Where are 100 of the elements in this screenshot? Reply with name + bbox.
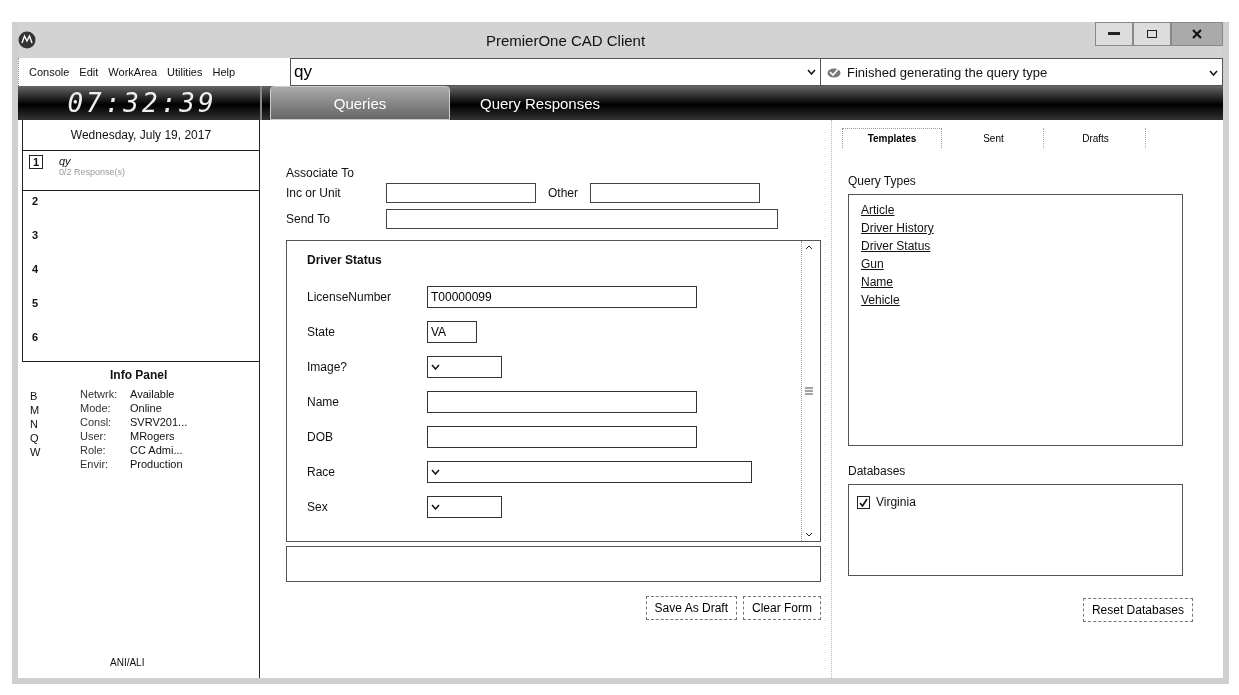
main-tab[interactable]: Queries xyxy=(270,86,450,120)
checkbox[interactable] xyxy=(857,495,870,509)
input-field[interactable] xyxy=(386,183,536,203)
info-value: MRogers xyxy=(130,430,175,444)
status-message: Finished generating the query type xyxy=(847,64,1049,80)
slot-number: 2 xyxy=(30,195,40,207)
field-label: State xyxy=(307,324,337,339)
caret-icon xyxy=(1209,70,1218,76)
minimize-button[interactable] xyxy=(1095,22,1133,46)
input-field[interactable] xyxy=(386,209,778,229)
info-value: Online xyxy=(130,402,162,416)
command-field[interactable]: qy xyxy=(290,58,803,86)
menu-item[interactable]: Console xyxy=(29,66,70,78)
field-label: Send To xyxy=(286,212,331,226)
slot-subtitle: 0/2 Response(s) xyxy=(59,167,126,177)
work-area-slot[interactable]: 4 xyxy=(22,259,259,293)
work-area-slot[interactable]: 5 xyxy=(22,293,259,327)
menu-item[interactable]: Utilities xyxy=(167,66,203,78)
panel-tab[interactable]: Drafts xyxy=(1046,128,1146,148)
shortcut-key: M xyxy=(30,404,80,418)
window-title: PremierOne CAD Client xyxy=(484,31,647,49)
query-type-link[interactable]: Article xyxy=(861,203,895,217)
field-label: Race xyxy=(307,464,336,479)
query-type-link[interactable]: Vehicle xyxy=(861,293,900,307)
info-value: SVRV201... xyxy=(130,416,188,430)
slot-number: 5 xyxy=(30,297,40,309)
query-type-link[interactable]: Name xyxy=(861,275,893,289)
field-label: Other xyxy=(548,186,578,200)
info-label: Netwrk: xyxy=(80,388,119,402)
message-box[interactable] xyxy=(286,546,821,582)
logo-icon xyxy=(18,31,36,49)
status-dropdown[interactable]: Finished generating the query type xyxy=(820,58,1223,86)
caret-icon xyxy=(431,503,440,510)
query-type-link[interactable]: Gun xyxy=(861,257,884,271)
panel-title: Info Panel xyxy=(109,368,169,382)
work-area-slot[interactable]: 6 xyxy=(22,327,259,361)
checkbox-label: Virginia xyxy=(876,495,916,509)
menu-item[interactable]: WorkArea xyxy=(108,66,158,78)
digital-clock: 07:32:39 xyxy=(24,86,262,120)
field-label: LicenseNumber xyxy=(307,289,393,304)
input-field[interactable] xyxy=(427,390,697,413)
field-label: DOB xyxy=(307,429,334,444)
form-title: Driver Status xyxy=(307,253,383,267)
form-button[interactable]: Clear Form xyxy=(743,596,821,620)
info-label: Role: xyxy=(80,444,107,458)
form-button[interactable]: Save As Draft xyxy=(645,596,737,620)
close-icon xyxy=(1192,29,1202,39)
caret-icon xyxy=(431,363,440,370)
checkmark-icon xyxy=(859,497,868,507)
slot-number: 6 xyxy=(30,331,40,343)
input-field[interactable] xyxy=(590,183,760,203)
menu-item[interactable]: Help xyxy=(212,66,236,78)
shortcut-key: W xyxy=(30,446,80,460)
scroll-down-icon xyxy=(805,532,813,537)
scroll-grip-icon xyxy=(805,387,813,395)
date-label: Wednesday, July 19, 2017 xyxy=(22,120,259,151)
info-label: Mode: xyxy=(80,402,112,416)
panel-tab[interactable]: Templates xyxy=(842,128,942,148)
info-value: Available xyxy=(130,388,175,402)
slot-number: 4 xyxy=(30,263,40,275)
info-value: CC Admi... xyxy=(130,444,183,458)
section-title: Query Types xyxy=(848,174,917,188)
shortcut-key: Q xyxy=(30,432,80,446)
panel-tab[interactable]: Sent xyxy=(944,128,1044,148)
slot-number: 1 xyxy=(29,155,43,169)
main-tab[interactable]: Query Responses xyxy=(450,86,631,120)
query-type-link[interactable]: Driver History xyxy=(861,221,934,235)
section-title: Databases xyxy=(848,464,907,478)
section-title: Associate To xyxy=(286,166,355,180)
shortcut-key: B xyxy=(30,390,80,404)
minimize-icon xyxy=(1108,32,1120,36)
work-area-slot[interactable]: 2 xyxy=(22,191,259,225)
input-field[interactable] xyxy=(427,425,697,448)
input-field[interactable]: VA xyxy=(427,320,477,343)
work-area-slot[interactable]: 3 xyxy=(22,225,259,259)
info-label: Consl: xyxy=(80,416,113,430)
dropdown-button[interactable] xyxy=(803,58,820,86)
dropdown[interactable] xyxy=(427,495,502,518)
query-type-link[interactable]: Driver Status xyxy=(861,239,931,253)
work-area-slot[interactable]: 1 qy 0/2 Response(s) xyxy=(22,151,259,191)
input-field[interactable]: T00000099 xyxy=(427,285,697,308)
info-label: Envir: xyxy=(80,458,110,472)
caret-icon xyxy=(431,468,440,475)
slot-number: 3 xyxy=(30,229,40,241)
reset-button[interactable]: Reset Databases xyxy=(1082,598,1193,622)
caret-icon xyxy=(807,69,816,75)
info-value: Production xyxy=(130,458,183,472)
dropdown[interactable] xyxy=(427,355,502,378)
close-button[interactable] xyxy=(1171,22,1223,46)
maximize-icon xyxy=(1147,30,1157,38)
scroll-up-icon xyxy=(805,245,813,250)
dropdown[interactable] xyxy=(427,460,752,483)
field-label: Image? xyxy=(307,359,349,374)
field-label: Name xyxy=(307,394,340,409)
maximize-button[interactable] xyxy=(1133,22,1171,46)
slot-title: qy xyxy=(59,155,72,167)
field-label: Sex xyxy=(307,499,329,514)
menu-item[interactable]: Edit xyxy=(79,66,99,78)
shortcut-key: N xyxy=(30,418,80,432)
check-icon xyxy=(827,66,841,78)
